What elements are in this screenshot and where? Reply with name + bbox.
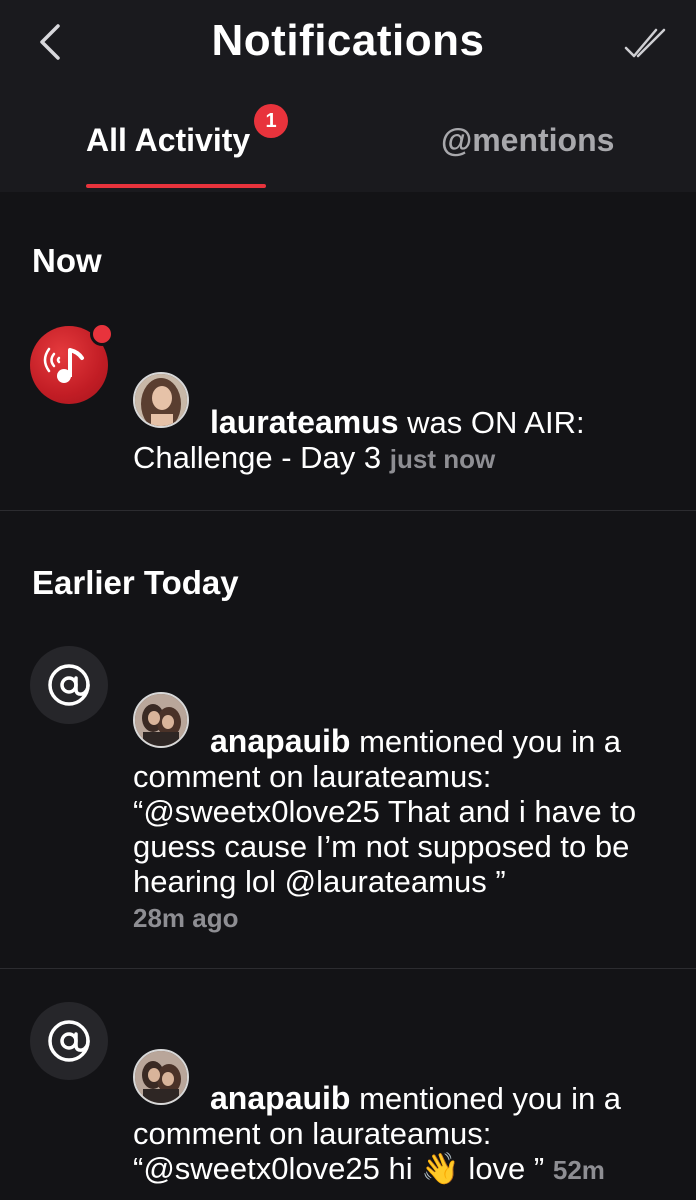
notification-text: anapauib mentioned you in a comment on l… bbox=[133, 724, 678, 936]
timestamp: 52m bbox=[552, 1155, 605, 1185]
notification-message: mentioned you in a comment on laurateamu… bbox=[133, 1081, 622, 1186]
page-title: Notifications bbox=[211, 16, 485, 65]
double-check-icon bbox=[624, 28, 666, 58]
username[interactable]: anapauib bbox=[210, 723, 350, 759]
notification-text: laurateamus was ON AIR: Challenge - Day … bbox=[133, 405, 678, 477]
notification-text: anapauib mentioned you in a comment on l… bbox=[133, 1081, 678, 1188]
username[interactable]: laurateamus bbox=[210, 404, 399, 440]
section-title-earlier-today: Earlier Today bbox=[32, 564, 239, 601]
mark-all-read-button[interactable] bbox=[622, 22, 670, 66]
divider bbox=[0, 510, 696, 511]
header: Notifications bbox=[0, 0, 696, 88]
notifications-screen: Notifications All Activity 1 @mentions N… bbox=[0, 0, 696, 1200]
username[interactable]: anapauib bbox=[210, 1080, 350, 1116]
unread-dot bbox=[90, 322, 114, 346]
unread-count-badge: 1 bbox=[254, 104, 288, 138]
at-sign-icon bbox=[30, 1002, 108, 1080]
section-title-now: Now bbox=[32, 242, 102, 279]
tab-mentions[interactable]: @mentions bbox=[441, 122, 614, 159]
notification-list[interactable]: Now laurateamus was ON AIR: Challenge - … bbox=[0, 192, 696, 1200]
timestamp: 28m ago bbox=[133, 903, 239, 933]
notification-message: mentioned you in a comment on laurateamu… bbox=[133, 724, 637, 899]
at-sign-icon bbox=[30, 646, 108, 724]
timestamp: just now bbox=[389, 444, 496, 474]
divider bbox=[0, 968, 696, 969]
tab-all-activity[interactable]: All Activity bbox=[86, 122, 250, 159]
active-tab-indicator bbox=[86, 184, 266, 188]
tab-bar: All Activity 1 @mentions bbox=[0, 88, 696, 192]
